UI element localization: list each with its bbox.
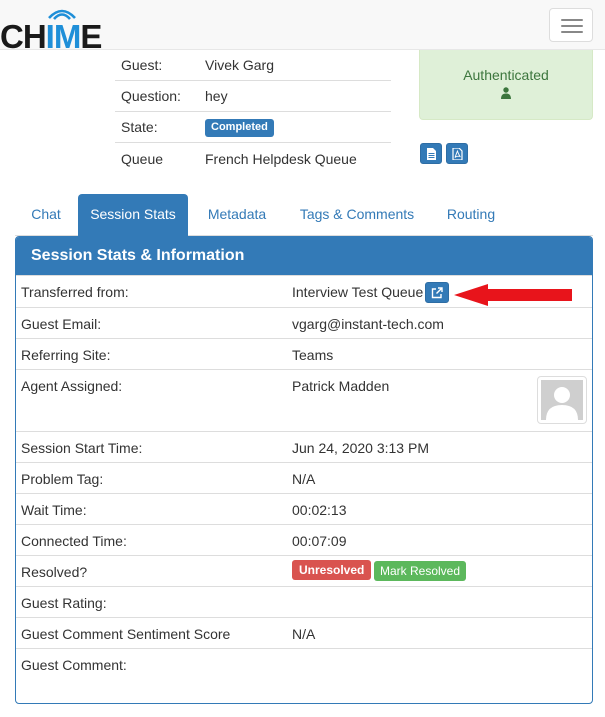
info-label: Guest: xyxy=(121,57,163,73)
stats-row-connected-time: Connected Time: 00:07:09 xyxy=(16,524,592,555)
session-tabs: Chat Session Stats Metadata Tags & Comme… xyxy=(15,194,593,236)
info-row-guest: Guest: Vivek Garg xyxy=(115,50,391,81)
mark-resolved-button[interactable]: Mark Resolved xyxy=(374,561,467,581)
stats-value: Interview Test Queue xyxy=(292,284,424,300)
default-user-icon xyxy=(546,387,578,420)
auth-status-text: Authenticated xyxy=(463,67,549,83)
tab-chat[interactable]: Chat xyxy=(15,194,77,236)
stats-label: Resolved? xyxy=(21,564,88,580)
state-badge: Completed xyxy=(205,119,274,137)
question-text: hey xyxy=(205,88,228,104)
stats-value: N/A xyxy=(292,471,316,487)
info-label: State: xyxy=(121,119,158,135)
state-value: Completed xyxy=(205,117,391,137)
stats-row-guest-comment: Guest Comment: xyxy=(16,648,592,688)
avatar-placeholder-icon xyxy=(541,380,583,420)
info-label: Question: xyxy=(121,88,181,104)
export-text-button[interactable] xyxy=(420,143,442,164)
stats-label: Referring Site: xyxy=(21,347,111,363)
external-link-icon xyxy=(431,287,443,299)
info-row-queue: Queue French Helpdesk Queue xyxy=(115,143,391,174)
stats-row-guest-email: Guest Email: vgarg@instant-tech.com xyxy=(16,307,592,338)
stats-value: 00:02:13 xyxy=(292,502,347,518)
hamburger-icon-bar xyxy=(561,31,583,33)
info-label: Queue xyxy=(121,150,164,167)
session-info-table: Guest: Vivek Garg Question: hey State: C… xyxy=(115,50,391,174)
export-pdf-button[interactable] xyxy=(446,143,468,164)
navbar-toggle-button[interactable] xyxy=(549,8,593,42)
stats-row-referring-site: Referring Site: Teams xyxy=(16,338,592,369)
queue-name: French Helpdesk Queue xyxy=(205,150,357,167)
stats-label: Transferred from: xyxy=(21,284,129,300)
authenticated-status: Authenticated xyxy=(419,50,593,120)
stats-label: Wait Time: xyxy=(21,502,87,518)
stats-value: 00:07:09 xyxy=(292,533,347,549)
stats-row-agent-assigned: Agent Assigned: Patrick Madden xyxy=(16,369,592,431)
stats-row-guest-rating: Guest Rating: xyxy=(16,586,592,617)
stats-label: Guest Email: xyxy=(21,316,102,332)
agent-avatar xyxy=(537,376,587,424)
stats-label: Guest Comment: xyxy=(21,657,127,673)
tab-tags-comments[interactable]: Tags & Comments xyxy=(286,194,428,236)
file-text-icon xyxy=(427,148,436,160)
info-row-state: State: Completed xyxy=(115,112,391,143)
stats-row-problem-tag: Problem Tag: N/A xyxy=(16,462,592,493)
guest-name: Vivek Garg xyxy=(205,57,274,73)
user-icon xyxy=(501,87,511,99)
stats-label: Guest Comment Sentiment Score xyxy=(21,626,231,642)
stats-label: Guest Rating: xyxy=(21,595,107,611)
logo-text: CHIME xyxy=(0,18,102,55)
stats-label: Session Start Time: xyxy=(21,440,143,456)
tab-metadata[interactable]: Metadata xyxy=(191,194,283,236)
tab-routing[interactable]: Routing xyxy=(431,194,511,236)
stats-label: Problem Tag: xyxy=(21,471,104,487)
stats-value: N/A xyxy=(292,626,316,642)
stats-label: Connected Time: xyxy=(21,533,127,549)
navbar: CHIME xyxy=(0,0,605,53)
session-stats-panel: Session Stats & Information Transferred … xyxy=(15,236,593,704)
hamburger-icon xyxy=(561,19,583,21)
stats-value: vgarg@instant-tech.com xyxy=(292,316,444,332)
stats-row-sentiment-score: Guest Comment Sentiment Score N/A xyxy=(16,617,592,648)
stats-label: Agent Assigned: xyxy=(21,378,123,394)
stats-row-session-start: Session Start Time: Jun 24, 2020 3:13 PM xyxy=(16,431,592,462)
stats-row-wait-time: Wait Time: 00:02:13 xyxy=(16,493,592,524)
stats-row-resolved: Resolved? Unresolved Mark Resolved xyxy=(16,555,592,586)
stats-value: Teams xyxy=(292,347,334,363)
red-arrow-annotation xyxy=(454,284,572,306)
open-queue-button[interactable] xyxy=(425,282,449,303)
stats-row-transferred-from: Transferred from: Interview Test Queue xyxy=(16,275,592,307)
panel-title: Session Stats & Information xyxy=(16,237,592,275)
unresolved-button[interactable]: Unresolved xyxy=(292,560,372,580)
stats-value: Patrick Madden xyxy=(292,378,390,394)
stats-value: Jun 24, 2020 3:13 PM xyxy=(292,440,429,456)
info-row-question: Question: hey xyxy=(115,81,391,112)
chime-logo[interactable]: CHIME xyxy=(0,6,104,53)
file-pdf-icon xyxy=(452,148,463,160)
tab-session-stats[interactable]: Session Stats xyxy=(78,194,188,236)
hamburger-icon-bar xyxy=(561,25,583,27)
